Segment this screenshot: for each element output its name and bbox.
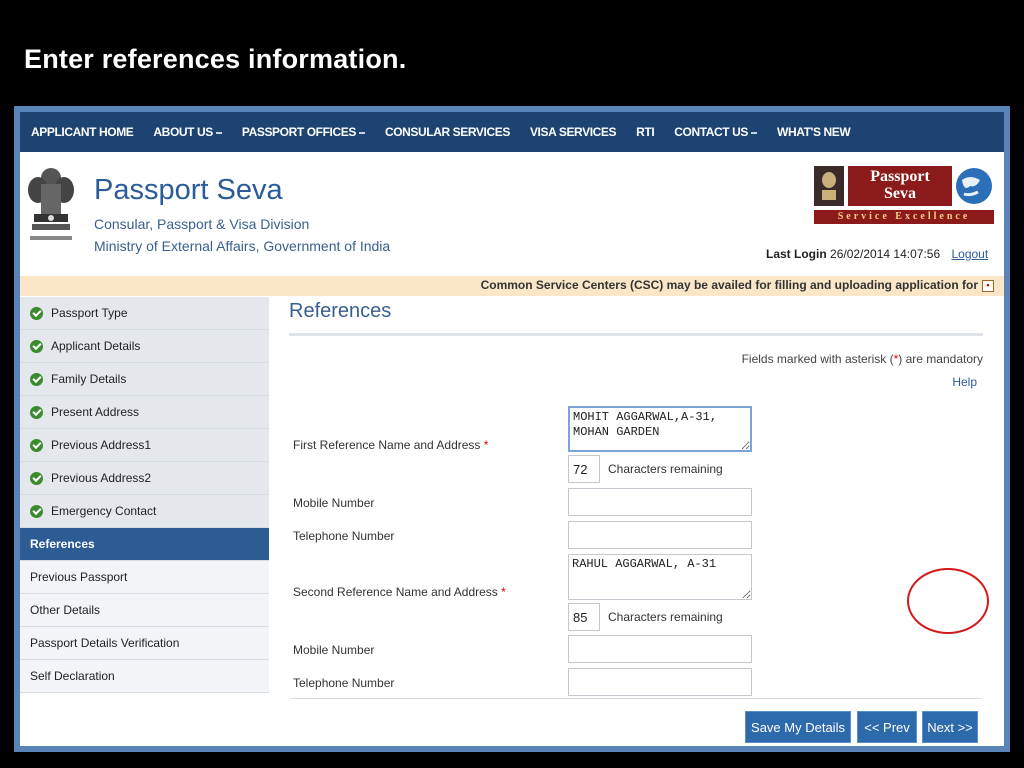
- first-reference-counter-label: Characters remaining: [608, 462, 723, 476]
- dropdown-caret-icon: [751, 131, 758, 134]
- second-reference-telephone-input[interactable]: [568, 668, 752, 696]
- mandatory-note: Fields marked with asterisk (*) are mand…: [741, 352, 983, 366]
- nav-passport-offices[interactable]: PASSPORT OFFICES: [232, 125, 375, 139]
- check-icon: [30, 372, 43, 386]
- nav-consular-services[interactable]: CONSULAR SERVICES: [375, 125, 520, 139]
- nav-applicant-home[interactable]: APPLICANT HOME: [20, 125, 143, 139]
- second-reference-mobile-input[interactable]: [568, 635, 752, 663]
- second-reference-char-counter: 85: [568, 603, 600, 631]
- ticker-close-icon[interactable]: ▪: [982, 280, 994, 292]
- sidebar-item-passport-details-verification[interactable]: Passport Details Verification: [20, 627, 269, 660]
- logout-link[interactable]: Logout: [951, 247, 988, 261]
- slide-title: Enter references information.: [24, 44, 407, 74]
- logo-tagline: Service Excellence: [837, 211, 971, 222]
- dropdown-caret-icon: [358, 131, 365, 134]
- ticker-text: Common Service Centers (CSC) may be avai…: [480, 278, 978, 292]
- nav-contact-us[interactable]: CONTACT US: [664, 125, 767, 139]
- check-icon: [30, 438, 43, 452]
- prev-button[interactable]: << Prev: [857, 711, 917, 743]
- sidebar-item-references[interactable]: References: [20, 528, 269, 561]
- nav-about-us[interactable]: ABOUT US: [143, 125, 231, 139]
- annotation-circle: [907, 568, 989, 634]
- first-reference-telephone-input[interactable]: [568, 521, 752, 549]
- first-reference-mobile-input[interactable]: [568, 488, 752, 516]
- check-icon: [30, 405, 43, 419]
- check-icon: [30, 339, 43, 353]
- second-reference-label: Second Reference Name and Address *: [293, 585, 506, 599]
- sidebar-item-emergency-contact[interactable]: Emergency Contact: [20, 495, 269, 528]
- check-icon: [30, 306, 43, 320]
- announcement-ticker: Common Service Centers (CSC) may be avai…: [20, 276, 1004, 296]
- sidebar-item-self-declaration[interactable]: Self Declaration: [20, 660, 269, 693]
- brand-title: Passport Seva: [94, 174, 283, 206]
- check-icon: [30, 504, 43, 518]
- first-reference-char-counter: 72: [568, 455, 600, 483]
- help-link[interactable]: Help: [952, 375, 977, 389]
- form-steps-sidebar: Passport Type Applicant Details Family D…: [20, 297, 269, 693]
- brand-subtitle: Consular, Passport & Visa Division: [94, 216, 310, 232]
- second-reference-textarea[interactable]: RAHUL AGGARWAL, A-31: [568, 554, 752, 600]
- nav-visa-services[interactable]: VISA SERVICES: [520, 125, 626, 139]
- second-mobile-label: Mobile Number: [293, 643, 375, 657]
- first-reference-label: First Reference Name and Address *: [293, 438, 489, 452]
- passport-seva-page: APPLICANT HOME ABOUT US PASSPORT OFFICES…: [20, 112, 1004, 746]
- sidebar-item-previous-address2[interactable]: Previous Address2: [20, 462, 269, 495]
- site-header: Passport Seva Consular, Passport & Visa …: [20, 152, 1004, 276]
- sidebar-item-applicant-details[interactable]: Applicant Details: [20, 330, 269, 363]
- ministry-subtitle: Ministry of External Affairs, Government…: [94, 238, 391, 254]
- passport-seva-logo: Passport Seva Service Excellence: [814, 166, 994, 226]
- last-login-info: Last Login 26/02/2014 14:07:56 Logout: [766, 247, 989, 261]
- page-title: References: [289, 300, 392, 322]
- sidebar-item-passport-type[interactable]: Passport Type: [20, 297, 269, 330]
- second-reference-counter-label: Characters remaining: [608, 610, 723, 624]
- title-divider: [289, 333, 983, 336]
- logo-text-seva: Seva: [884, 185, 916, 202]
- top-navigation: APPLICANT HOME ABOUT US PASSPORT OFFICES…: [20, 112, 1004, 152]
- logo-text-passport: Passport: [870, 168, 930, 185]
- form-bottom-divider: [291, 698, 981, 699]
- first-telephone-label: Telephone Number: [293, 529, 395, 543]
- sidebar-item-other-details[interactable]: Other Details: [20, 594, 269, 627]
- sidebar-item-family-details[interactable]: Family Details: [20, 363, 269, 396]
- dropdown-caret-icon: [215, 131, 222, 134]
- national-emblem-icon: [28, 168, 74, 240]
- next-button[interactable]: Next >>: [922, 711, 978, 743]
- first-mobile-label: Mobile Number: [293, 496, 375, 510]
- check-icon: [30, 471, 43, 485]
- save-my-details-button[interactable]: Save My Details: [745, 711, 851, 743]
- nav-whats-new[interactable]: WHAT'S NEW: [767, 125, 860, 139]
- sidebar-item-previous-address1[interactable]: Previous Address1: [20, 429, 269, 462]
- nav-rti[interactable]: RTI: [626, 125, 664, 139]
- first-reference-textarea[interactable]: MOHIT AGGARWAL,A-31, MOHAN GARDEN: [568, 406, 752, 452]
- sidebar-item-previous-passport[interactable]: Previous Passport: [20, 561, 269, 594]
- sidebar-item-present-address[interactable]: Present Address: [20, 396, 269, 429]
- second-telephone-label: Telephone Number: [293, 676, 395, 690]
